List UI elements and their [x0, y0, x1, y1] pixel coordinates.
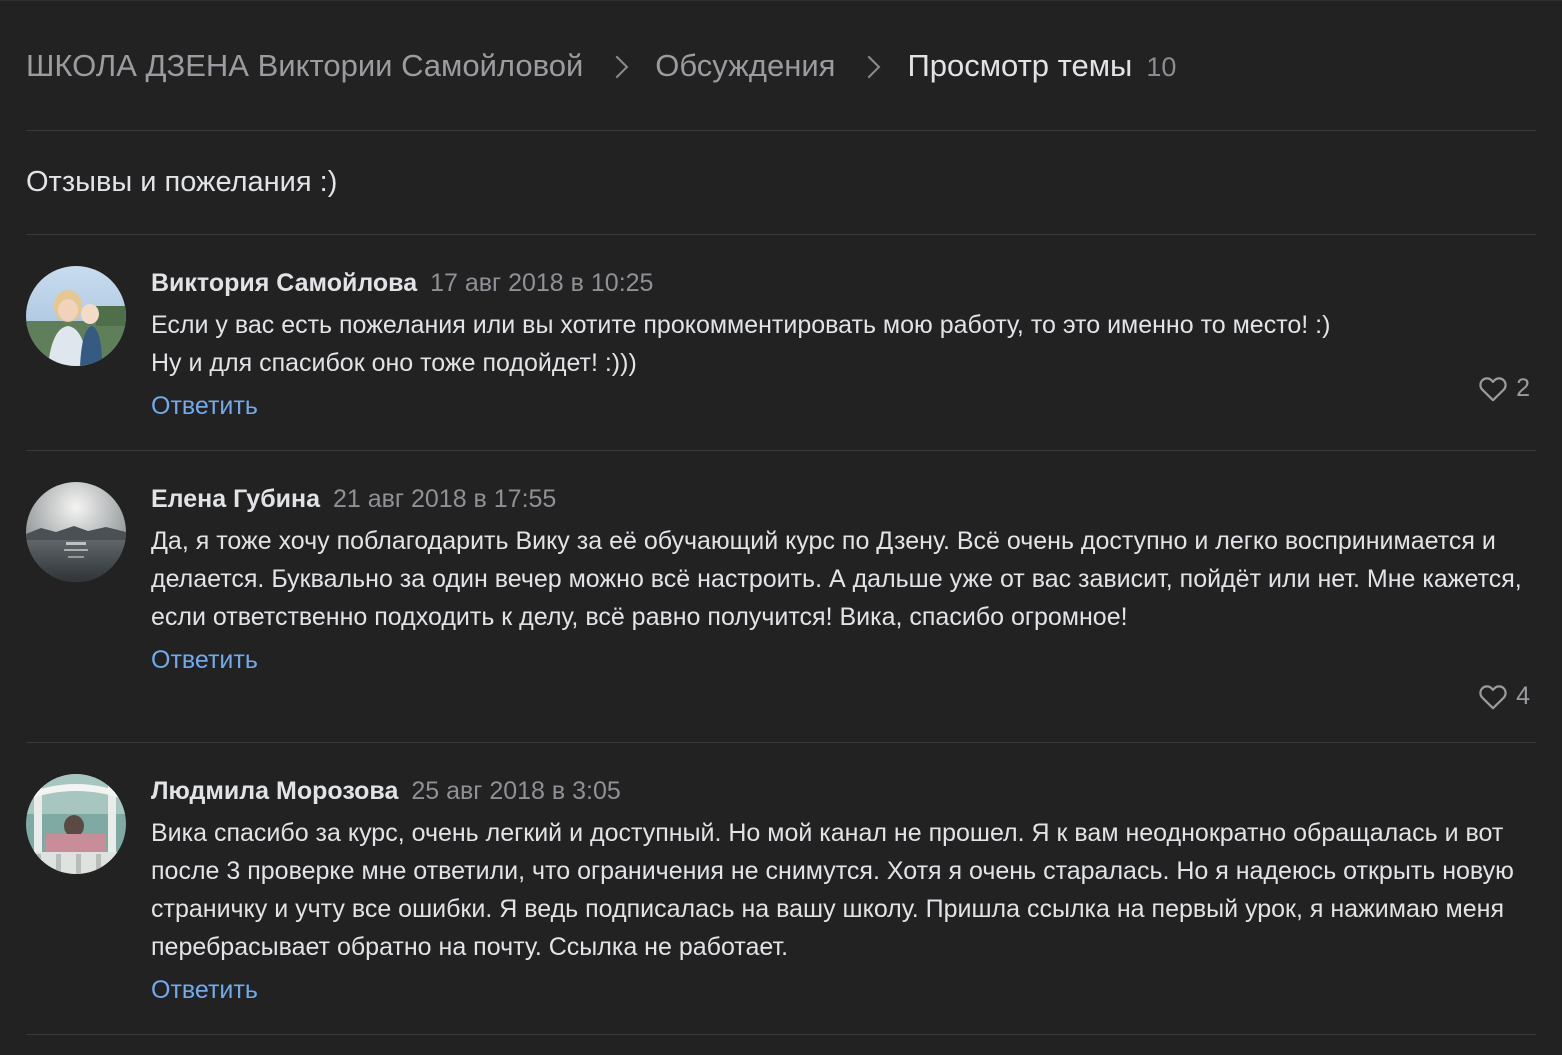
- post-text-line: Вика спасибо за курс, очень легкий и дос…: [151, 819, 1514, 961]
- reply-button[interactable]: Ответить: [151, 646, 258, 675]
- chevron-right-icon: [858, 55, 881, 78]
- post-text: Если у вас есть пожелания или вы хотите …: [151, 306, 1536, 382]
- post-text-line: Если у вас есть пожелания или вы хотите …: [151, 311, 1331, 339]
- user-photo-icon[interactable]: [26, 774, 126, 874]
- like-button[interactable]: 2: [1478, 374, 1530, 403]
- post-date[interactable]: 25 авг 2018 в 3:05: [411, 777, 620, 805]
- breadcrumb-discussions[interactable]: Обсуждения: [655, 48, 835, 84]
- breadcrumb-community[interactable]: ШКОЛА ДЗЕНА Виктории Самойловой: [26, 48, 583, 84]
- author-name[interactable]: Людмила Морозова: [151, 777, 398, 805]
- heart-outline-icon: [1479, 377, 1507, 402]
- like-button[interactable]: 4: [1478, 682, 1530, 711]
- post-header: Елена Губина 21 авг 2018 в 17:55: [151, 484, 1536, 514]
- comment-count: 10: [1146, 52, 1177, 82]
- author-name[interactable]: Виктория Самойлова: [151, 269, 417, 297]
- post-text: Вика спасибо за курс, очень легкий и дос…: [151, 814, 1536, 966]
- post-text: Да, я тоже хочу поблагодарить Вику за её…: [151, 522, 1536, 636]
- heart-outline-icon: [1479, 685, 1507, 710]
- post-text-line: Да, я тоже хочу поблагодарить Вику за её…: [151, 527, 1522, 631]
- post: Виктория Самойлова 17 авг 2018 в 10:25 Е…: [26, 235, 1536, 451]
- like-count: 2: [1516, 374, 1530, 402]
- post-text-line: Ну и для спасибок оно тоже подойдет! :))…: [151, 349, 637, 377]
- post-body: Виктория Самойлова 17 авг 2018 в 10:25 Е…: [151, 235, 1536, 450]
- post-date[interactable]: 17 авг 2018 в 10:25: [430, 269, 653, 297]
- user-photo-icon[interactable]: [26, 482, 126, 582]
- post: Людмила Морозова 25 авг 2018 в 3:05 Вика…: [26, 743, 1536, 1035]
- post-body: Елена Губина 21 авг 2018 в 17:55 Да, я т…: [151, 451, 1536, 742]
- like-count: 4: [1516, 682, 1530, 710]
- post-header: Виктория Самойлова 17 авг 2018 в 10:25: [151, 268, 1536, 298]
- topic-page: ШКОЛА ДЗЕНА Виктории Самойловой Обсужден…: [0, 0, 1562, 1055]
- post-header: Людмила Морозова 25 авг 2018 в 3:05: [151, 776, 1536, 806]
- user-photo-icon[interactable]: [26, 266, 126, 366]
- post-date[interactable]: 21 авг 2018 в 17:55: [333, 485, 556, 513]
- topic-title: Отзывы и пожелания :): [26, 131, 1536, 235]
- reply-button[interactable]: Ответить: [151, 976, 258, 1005]
- breadcrumb-current: Просмотр темы: [907, 47, 1133, 83]
- breadcrumb: ШКОЛА ДЗЕНА Виктории Самойловой Обсужден…: [26, 1, 1536, 131]
- post: Елена Губина 21 авг 2018 в 17:55 Да, я т…: [26, 451, 1536, 743]
- chevron-right-icon: [605, 55, 629, 78]
- post-body: Людмила Морозова 25 авг 2018 в 3:05 Вика…: [151, 743, 1536, 1034]
- author-name[interactable]: Елена Губина: [151, 485, 320, 513]
- reply-button[interactable]: Ответить: [151, 392, 258, 421]
